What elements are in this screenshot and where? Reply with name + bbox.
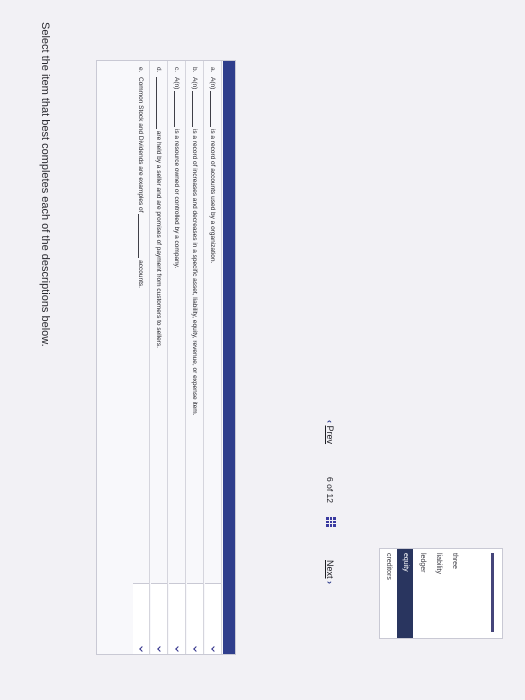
row-lead: A(n) is a resource owned or controlled b… (168, 77, 185, 268)
row-text: is a record of accounts used by a organi… (209, 128, 216, 264)
chevron-down-icon (139, 646, 145, 652)
quiz-page: Select the item that best completes each… (0, 0, 525, 700)
row-text: is a resource owned or controlled by a c… (173, 128, 180, 269)
answer-blank (174, 91, 184, 128)
choice-ledger[interactable]: ledger (414, 549, 430, 638)
row-text: accounts. (137, 260, 144, 288)
choice-liability[interactable]: liability (430, 549, 446, 638)
row-lead: Common Stock and Dividends are examples … (132, 77, 149, 288)
row-letter: c. (173, 67, 180, 73)
prev-button[interactable]: ‹ Prev (325, 420, 335, 444)
row-text: is a record of increases and decreases i… (191, 128, 198, 416)
next-button[interactable]: Next › (325, 560, 335, 584)
instructions: Select the item that best completes each… (39, 22, 51, 347)
answer-dropdown[interactable] (133, 583, 149, 654)
table-row: e. Common Stock and Dividends are exampl… (132, 61, 150, 654)
chevron-down-icon (175, 646, 181, 652)
answer-dropdown[interactable] (169, 583, 185, 654)
row-letter: e. (137, 67, 144, 73)
table-header (223, 61, 235, 654)
answer-dropdown[interactable] (151, 583, 167, 654)
answer-dropdown[interactable] (205, 583, 221, 654)
chevron-left-icon: ‹ (325, 420, 335, 423)
choice-three[interactable]: three (446, 549, 462, 638)
matching-table: a. A(n) is a record of accounts used by … (96, 60, 236, 655)
scrollbar-thumb[interactable] (491, 553, 494, 632)
row-lead: A(n) is a record of increases and decrea… (186, 77, 203, 416)
table-row: a. A(n) is a record of accounts used by … (204, 61, 222, 654)
row-lead: are held by a seller and are promises of… (150, 77, 167, 348)
choice-equity[interactable]: equity (397, 549, 413, 638)
table-row: c. A(n) is a resource owned or controlle… (168, 61, 186, 654)
answer-blank (210, 91, 220, 128)
choice-creditors[interactable]: creditors (380, 549, 396, 638)
chevron-down-icon (211, 646, 217, 652)
row-letter: b. (191, 67, 198, 73)
chevron-down-icon (157, 646, 163, 652)
grid-icon[interactable] (326, 517, 336, 527)
chevron-down-icon (193, 646, 199, 652)
answer-dropdown[interactable] (187, 583, 203, 654)
row-letter: a. (209, 67, 216, 73)
answer-choices-list[interactable]: creditors equity ledger liability three (379, 548, 503, 639)
answer-blank (138, 214, 148, 259)
row-lead: A(n) is a record of accounts used by a o… (204, 77, 221, 263)
table-row: b. A(n) is a record of increases and dec… (186, 61, 204, 654)
row-text: are held by a seller and are promises of… (155, 130, 162, 348)
answer-blank (192, 91, 202, 128)
chevron-right-icon: › (325, 581, 335, 585)
table-row: d. are held by a seller and are promises… (150, 61, 168, 654)
answer-blank (156, 77, 166, 129)
row-letter: d. (155, 67, 162, 73)
page-counter: 6 of 12 (325, 477, 335, 503)
